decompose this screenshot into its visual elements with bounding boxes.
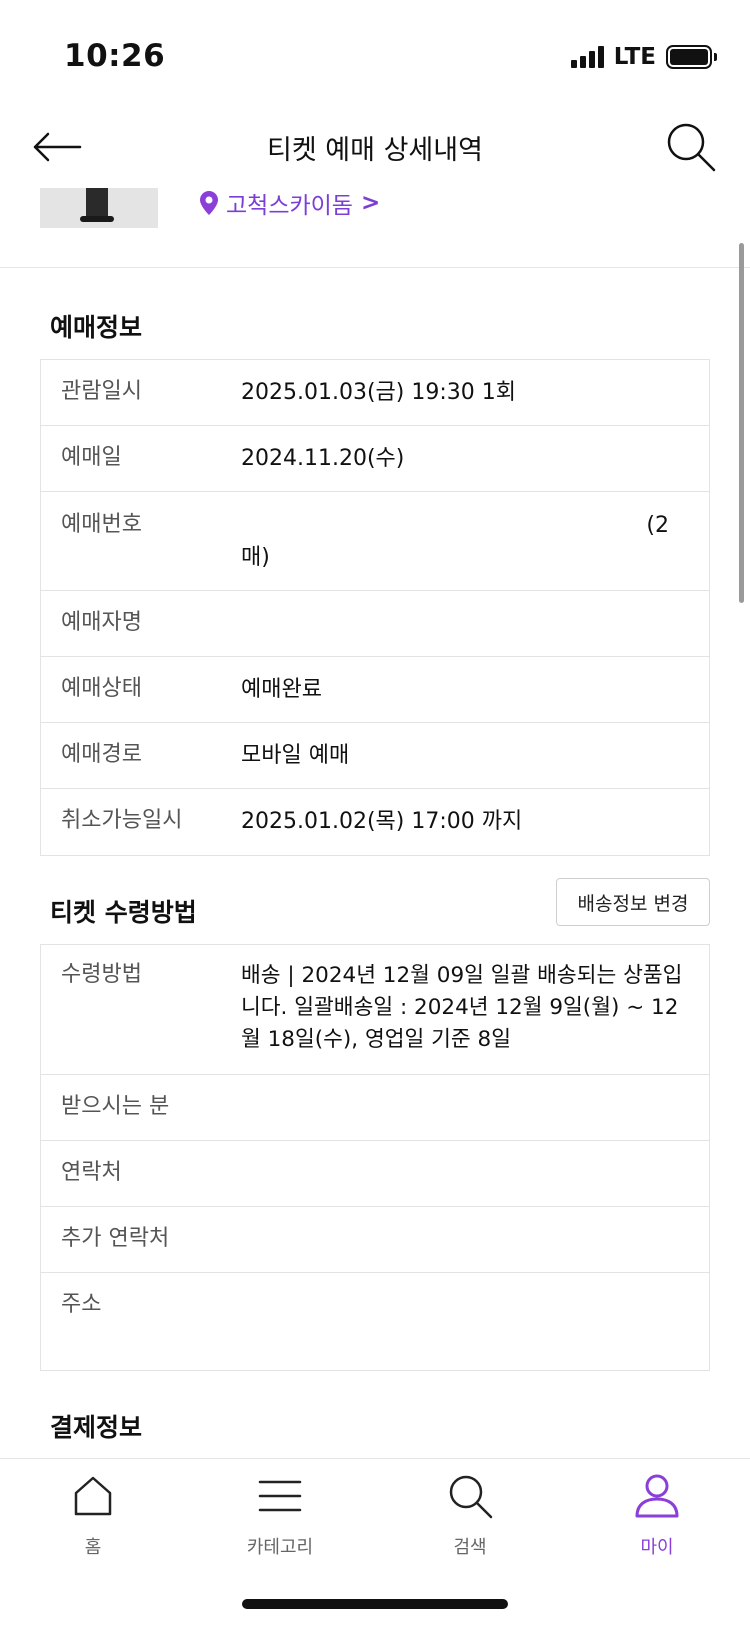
table-row: 받으시는 분 <box>41 1075 709 1141</box>
ticket-receipt-title: 티켓 수령방법 <box>50 898 197 927</box>
table-row: 관람일시 2025.01.03(금) 19:30 1회 <box>41 360 709 426</box>
home-icon <box>74 1476 112 1516</box>
nav-bar: 티켓 예매 상세내역 <box>0 110 750 182</box>
payment-info-title: 결제정보 <box>50 1413 143 1442</box>
row-value: 예매완료 <box>241 677 322 702</box>
row-value <box>241 1224 689 1272</box>
search-icon <box>449 1475 493 1519</box>
table-row: 예매일 2024.11.20(수) <box>41 426 709 492</box>
venue-link[interactable]: 고척스카이돔 > <box>200 186 380 220</box>
status-bar: 10:26 LTE <box>0 0 750 110</box>
scrollbar[interactable] <box>739 243 744 603</box>
tab-label: 카테고리 <box>246 1537 314 1558</box>
row-label: 받으시는 분 <box>61 1094 170 1119</box>
row-label: 주소 <box>61 1292 102 1317</box>
row-label: 예매경로 <box>61 742 142 767</box>
row-label: 수령방법 <box>61 962 142 987</box>
row-label: 연락처 <box>61 1160 122 1185</box>
row-value: 2025.01.03(금) 19:30 1회 <box>241 380 516 405</box>
row-value <box>241 1290 689 1370</box>
page-title: 티켓 예매 상세내역 <box>267 135 483 166</box>
status-time: 10:26 <box>64 38 166 74</box>
row-label: 추가 연락처 <box>61 1226 170 1251</box>
location-pin-icon <box>200 191 218 215</box>
tab-my[interactable]: 마이 <box>597 1471 717 1559</box>
row-label: 예매번호 <box>61 512 142 537</box>
chevron-right-icon: > <box>360 190 381 216</box>
booking-count-suffix: 매) <box>241 545 270 570</box>
bottom-tab-bar: 홈 카테고리 검색 마이 <box>0 1458 750 1625</box>
battery-icon <box>666 45 717 69</box>
row-value <box>241 1092 689 1140</box>
row-value: 2024.11.20(수) <box>241 446 405 471</box>
table-row: 주소 <box>41 1273 709 1370</box>
booking-info-title: 예매정보 <box>50 313 143 342</box>
table-row: 수령방법 배송 | 2024년 12월 09일 일괄 배송되는 상품입니다. 일… <box>41 945 709 1075</box>
table-row: 예매자명 <box>41 591 709 657</box>
event-poster[interactable] <box>40 188 158 228</box>
row-value <box>241 608 689 656</box>
row-value <box>241 1158 689 1206</box>
row-label: 관람일시 <box>61 379 142 404</box>
tab-category[interactable]: 카테고리 <box>220 1471 340 1559</box>
ticket-receipt-table: 수령방법 배송 | 2024년 12월 09일 일괄 배송되는 상품입니다. 일… <box>40 944 710 1371</box>
tab-label: 검색 <box>453 1537 487 1558</box>
row-label: 예매자명 <box>61 610 142 635</box>
row-value: 모바일 예매 <box>241 743 350 768</box>
row-label: 예매일 <box>61 445 122 470</box>
table-row: 추가 연락처 <box>41 1207 709 1273</box>
table-row: 예매번호 (2 매) <box>41 492 709 591</box>
table-row: 예매경로 모바일 예매 <box>41 723 709 789</box>
event-summary: 고척스카이돔 > <box>0 182 750 268</box>
change-delivery-button[interactable]: 배송정보 변경 <box>556 878 710 926</box>
table-row: 예매상태 예매완료 <box>41 657 709 723</box>
home-indicator[interactable] <box>242 1599 508 1609</box>
booking-info-table: 관람일시 2025.01.03(금) 19:30 1회 예매일 2024.11.… <box>40 359 710 856</box>
row-value: 2025.01.02(목) 17:00 까지 <box>241 809 523 834</box>
venue-name: 고척스카이돔 <box>226 193 353 219</box>
search-button[interactable] <box>664 120 718 174</box>
status-indicators: LTE <box>570 44 717 70</box>
network-type: LTE <box>613 44 656 70</box>
search-icon <box>667 123 716 172</box>
row-label: 취소가능일시 <box>61 808 183 833</box>
menu-icon <box>258 1480 302 1512</box>
tab-home[interactable]: 홈 <box>33 1471 153 1559</box>
row-value: 배송 | 2024년 12월 09일 일괄 배송되는 상품입니다. 일괄배송일 … <box>241 963 683 1052</box>
booking-number: (2 매) <box>241 510 689 590</box>
user-icon <box>635 1474 679 1518</box>
booking-count: (2 <box>646 513 669 538</box>
table-row: 취소가능일시 2025.01.02(목) 17:00 까지 <box>41 789 709 855</box>
signal-icon <box>570 46 604 68</box>
tab-label: 홈 <box>84 1537 102 1558</box>
row-label: 예매상태 <box>61 676 142 701</box>
tab-search[interactable]: 검색 <box>410 1471 530 1559</box>
tab-label: 마이 <box>640 1537 674 1558</box>
table-row: 연락처 <box>41 1141 709 1207</box>
